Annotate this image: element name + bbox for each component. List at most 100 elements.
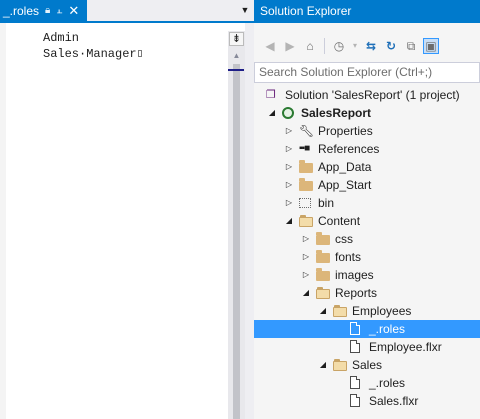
history-icon[interactable]: ◷: [331, 38, 347, 54]
folder-icon: [299, 160, 313, 173]
tree-item[interactable]: _.roles: [254, 320, 480, 338]
tree-item-label: Sales: [352, 358, 383, 372]
solution-explorer-toolbar: ◀ ▶ ⌂ ◷ ▾ ⇆ ↻ ⧉ ▣: [254, 33, 480, 59]
tree-item-label: css: [335, 232, 353, 246]
folder-icon: [299, 178, 313, 191]
forward-icon[interactable]: ▶: [282, 38, 298, 54]
folder-icon: [316, 232, 330, 245]
code-line: Sales·Manager: [0, 46, 228, 62]
end-of-line-marker: [137, 50, 142, 57]
code-line-text: Admin: [43, 31, 80, 45]
home-icon[interactable]: ⌂: [302, 38, 318, 54]
expand-arrow-icon[interactable]: ▷: [284, 194, 294, 212]
tree-item[interactable]: ▷ css: [254, 230, 480, 248]
tree-item-label: App_Data: [318, 160, 372, 174]
tree-item-label: Content: [318, 214, 361, 228]
tree-item-label: images: [335, 268, 374, 282]
folder-open-icon: [333, 359, 347, 371]
solution-icon: ❐: [266, 89, 276, 101]
tree-item[interactable]: ❐ Solution 'SalesReport' (1 project): [254, 86, 480, 104]
folder-icon: [316, 268, 330, 281]
tree-item[interactable]: ◢ Sales: [254, 356, 480, 374]
folder-open-icon: [299, 215, 313, 227]
collapse-arrow-icon[interactable]: ◢: [301, 284, 311, 302]
hidden-folder-icon: [299, 198, 311, 208]
tree-item-label: SalesReport: [301, 106, 372, 120]
tree-item-label: Employee.flxr: [369, 340, 442, 354]
expand-arrow-icon[interactable]: ▷: [284, 176, 294, 194]
collapse-arrow-icon[interactable]: ◢: [318, 356, 328, 374]
search-input[interactable]: Search Solution Explorer (Ctrl+;): [254, 62, 480, 83]
collapse-icon[interactable]: ⧉: [403, 38, 419, 54]
code-line-text: Sales·Manager: [43, 47, 137, 61]
scrollbar-caret-marker: [228, 69, 244, 71]
back-icon[interactable]: ◀: [262, 38, 278, 54]
tree-item-label: App_Start: [318, 178, 372, 192]
tree-item-label: Employees: [352, 304, 412, 318]
tree-item[interactable]: ◢ Content: [254, 212, 480, 230]
file-icon: [350, 376, 360, 389]
references-icon: ▪▪■: [299, 143, 310, 154]
expand-arrow-icon[interactable]: ▷: [301, 230, 311, 248]
collapse-arrow-icon[interactable]: ◢: [267, 104, 277, 122]
tree-item-label: Sales.flxr: [369, 394, 419, 408]
tree-item[interactable]: ▷ fonts: [254, 248, 480, 266]
code-line: Admin: [0, 30, 228, 46]
chevron-down-icon[interactable]: ▾: [351, 38, 359, 54]
tree-item[interactable]: _.roles: [254, 374, 480, 392]
folder-open-icon: [333, 305, 347, 317]
file-icon: [350, 340, 360, 353]
tree-item-label: Reports: [335, 286, 378, 300]
tree-item[interactable]: ▷ bin: [254, 194, 480, 212]
solution-tree: ❐ Solution 'SalesReport' (1 project) ◢ Sale…: [254, 86, 480, 410]
tree-item[interactable]: Sales.flxr: [254, 392, 480, 410]
expand-arrow-icon[interactable]: ▷: [301, 266, 311, 284]
tree-item[interactable]: ◢ Reports: [254, 284, 480, 302]
code-area[interactable]: Admin Sales·Manager: [0, 30, 228, 62]
editor-pane: _.roles 🔒︎ ⫠ ✕ ▼ Admin Sales·Manager ⇟ ▲: [0, 0, 254, 419]
expand-arrow-icon[interactable]: ▷: [284, 140, 294, 158]
collapse-arrow-icon[interactable]: ◢: [318, 302, 328, 320]
refresh-icon[interactable]: ↻: [383, 38, 399, 54]
expand-arrow-icon[interactable]: ▷: [284, 122, 294, 140]
tab-label: _.roles: [3, 3, 40, 18]
tree-item-label: _.roles: [369, 376, 406, 390]
tree-item[interactable]: ▷ ▪▪■ References: [254, 140, 480, 158]
web-project-icon: [282, 107, 294, 119]
tree-item[interactable]: ◢ Employees: [254, 302, 480, 320]
tree-item[interactable]: ▷ App_Start: [254, 176, 480, 194]
expand-arrow-icon[interactable]: ▷: [284, 158, 294, 176]
tree-item[interactable]: ▷ App_Data: [254, 158, 480, 176]
toolbar-separator: [324, 38, 325, 54]
expand-arrow-icon[interactable]: ▷: [301, 248, 311, 266]
file-icon: [350, 394, 360, 407]
scroll-up-icon[interactable]: ▲: [231, 52, 242, 60]
tree-item[interactable]: ◢ SalesReport: [254, 104, 480, 122]
tree-item-label: fonts: [335, 250, 362, 264]
pin-icon[interactable]: ⫠: [56, 5, 62, 16]
solution-explorer-title[interactable]: Solution Explorer: [254, 0, 480, 23]
tab-dropdown-icon[interactable]: ▼: [240, 5, 250, 15]
tree-item-label: bin: [318, 196, 335, 210]
scrollbar-thumb[interactable]: [233, 64, 240, 419]
tree-item[interactable]: Employee.flxr: [254, 338, 480, 356]
tree-item-label: Solution 'SalesReport' (1 project): [285, 88, 460, 102]
pane-splitter[interactable]: [245, 23, 254, 419]
file-icon: [350, 322, 360, 335]
document-tab[interactable]: _.roles 🔒︎ ⫠ ✕: [0, 0, 88, 21]
editor-gutter: [0, 23, 6, 419]
split-window-button[interactable]: ⇟: [229, 32, 244, 46]
tree-item-label: _.roles: [369, 322, 406, 336]
folder-icon: [316, 250, 330, 263]
tree-item-label: References: [318, 142, 380, 156]
sync-icon[interactable]: ⇆: [363, 38, 379, 54]
close-icon[interactable]: ✕: [68, 4, 79, 17]
lock-icon: 🔒︎: [45, 4, 51, 16]
solution-explorer: Solution Explorer ◀ ▶ ⌂ ◷ ▾ ⇆ ↻ ⧉ ▣ Sear…: [254, 0, 480, 419]
folder-open-icon: [316, 287, 330, 299]
tree-item[interactable]: ▷ images: [254, 266, 480, 284]
show-all-files-icon[interactable]: ▣: [423, 38, 439, 54]
tree-item-label: Properties: [318, 124, 373, 138]
tree-item[interactable]: ▷ 🔧︎ Properties: [254, 122, 480, 140]
collapse-arrow-icon[interactable]: ◢: [284, 212, 294, 230]
